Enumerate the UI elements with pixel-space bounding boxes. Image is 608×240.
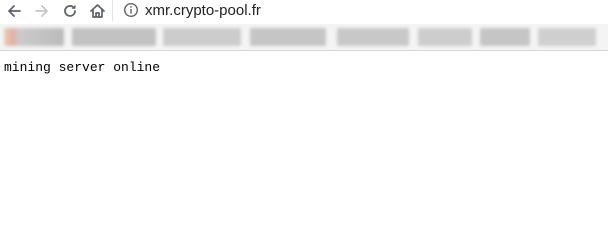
- browser-toolbar: xmr.crypto-pool.fr: [0, 0, 608, 24]
- home-icon: [89, 4, 105, 18]
- home-button[interactable]: [87, 0, 107, 22]
- bookmark-item[interactable]: [418, 28, 472, 46]
- reload-icon: [64, 4, 76, 17]
- url-text[interactable]: xmr.crypto-pool.fr: [145, 0, 261, 21]
- back-button[interactable]: [4, 0, 24, 22]
- bookmark-item[interactable]: [538, 28, 596, 46]
- page-body-text: mining server online: [4, 60, 161, 75]
- forward-button[interactable]: [32, 0, 52, 22]
- bookmark-item[interactable]: [480, 28, 530, 46]
- bookmarks-bar: [0, 24, 608, 51]
- bookmark-item[interactable]: [337, 28, 409, 46]
- reload-button[interactable]: [60, 0, 80, 22]
- bookmark-item[interactable]: [163, 28, 241, 46]
- arrow-left-icon: [8, 5, 21, 17]
- bookmark-item[interactable]: [4, 28, 64, 46]
- address-bar[interactable]: xmr.crypto-pool.fr: [112, 0, 608, 21]
- bookmark-item[interactable]: [250, 28, 326, 46]
- info-circle-icon[interactable]: [123, 2, 139, 18]
- bookmark-item[interactable]: [72, 28, 156, 46]
- arrow-right-icon: [35, 5, 48, 17]
